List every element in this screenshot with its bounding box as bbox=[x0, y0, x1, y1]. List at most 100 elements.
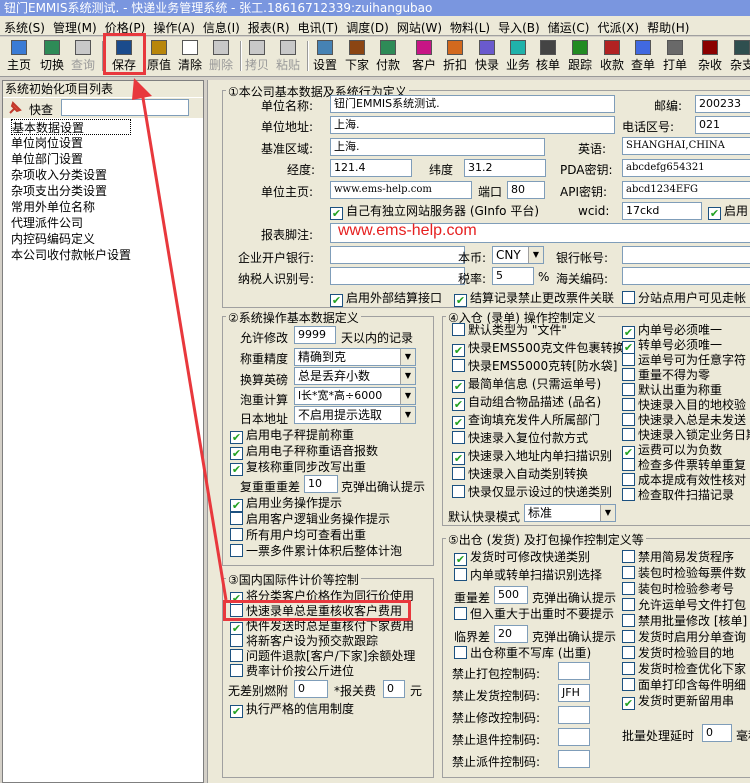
option-checkbox[interactable]: ✔ 启用业务操作提示 bbox=[230, 495, 342, 512]
settings-button[interactable]: 设置 bbox=[311, 39, 339, 73]
downstream-button[interactable]: 下家 bbox=[343, 39, 371, 73]
switch-button[interactable]: 切换 bbox=[38, 39, 66, 73]
list-item[interactable]: 本公司收付款帐户设置 bbox=[11, 247, 131, 263]
bank-field[interactable] bbox=[330, 246, 465, 264]
option-checkbox[interactable]: ✔ 运费可以为负数 bbox=[622, 442, 722, 459]
out-scale-checkbox[interactable]: 出仓称重不写库 (出重) bbox=[454, 645, 591, 661]
declare-fee-field[interactable]: 0 bbox=[383, 680, 405, 698]
menu-item[interactable]: 管理(M) bbox=[49, 16, 101, 35]
option-checkbox[interactable]: 装包时检验每票件数 bbox=[622, 565, 746, 581]
latitude-field[interactable]: 31.2 bbox=[464, 159, 546, 177]
receipt-button[interactable]: 收款 bbox=[598, 39, 626, 73]
menu-item[interactable]: 帮助(H) bbox=[643, 16, 693, 35]
tax-rate-field[interactable]: 5 bbox=[492, 267, 534, 285]
clear-button[interactable]: 清除 bbox=[176, 39, 204, 73]
menu-item[interactable]: 网站(W) bbox=[393, 16, 446, 35]
revert-button[interactable]: 原值 bbox=[145, 39, 173, 73]
binoculars-button[interactable]: 查询 bbox=[69, 39, 97, 73]
delete-button[interactable]: 删除 bbox=[207, 39, 235, 73]
ban-dispatch-field[interactable] bbox=[558, 750, 590, 768]
option-checkbox[interactable]: 费率计价按公斤进位 bbox=[230, 663, 354, 679]
menu-item[interactable]: 信息(I) bbox=[199, 16, 244, 35]
option-checkbox[interactable]: ✔ 内单号必须唯一 bbox=[622, 322, 722, 339]
option-checkbox[interactable]: 发货时启用分单查询 bbox=[622, 629, 746, 645]
api-key-field[interactable]: abcd1234EFG bbox=[622, 181, 750, 199]
option-checkbox[interactable]: ✔ 启用电子秤提前称重 bbox=[230, 427, 354, 444]
no-diff-field[interactable]: 0 bbox=[294, 680, 328, 698]
ext-settle-checkbox[interactable]: ✔ 启用外部结算接口 bbox=[330, 290, 442, 307]
ban-modify-field[interactable] bbox=[558, 706, 590, 724]
own-server-checkbox[interactable]: ✔ 自己有独立网站服务器 (GInfo 平台) bbox=[330, 203, 539, 220]
ban-pack-field[interactable] bbox=[558, 662, 590, 680]
recheck-field[interactable]: 10 bbox=[304, 475, 338, 493]
menu-item[interactable]: 系统(S) bbox=[0, 16, 49, 35]
conversion-select[interactable]: 总是丢弃小数 ▼ bbox=[294, 367, 416, 385]
menu-item[interactable]: 代派(X) bbox=[593, 16, 643, 35]
verify-button[interactable]: 核单 bbox=[534, 39, 562, 73]
enable-checkbox[interactable]: ✔ 启用 bbox=[708, 203, 748, 220]
option-checkbox[interactable]: 一票多件累计体积后整体计泡 bbox=[230, 543, 402, 559]
currency-select[interactable]: CNY ▼ bbox=[492, 246, 544, 264]
option-checkbox[interactable]: 检查多件票转单重复 bbox=[622, 457, 746, 473]
branch-visible-checkbox[interactable]: 分站点用户可见走帐 bbox=[622, 290, 746, 306]
option-checkbox[interactable]: 启用客户逻辑业务操作提示 bbox=[230, 511, 390, 527]
option-checkbox[interactable]: 快录仅显示设过的快递类别 bbox=[452, 484, 612, 500]
option-checkbox[interactable]: 允许运单号文件打包 bbox=[622, 597, 746, 613]
option-checkbox[interactable]: 默认类型为 "文件" bbox=[452, 322, 567, 338]
menu-item[interactable]: 导入(B) bbox=[494, 16, 544, 35]
option-checkbox[interactable]: 快速录入锁定业务日期 bbox=[622, 427, 750, 443]
option-checkbox[interactable]: ✔ 快录EMS500克文件包裹转换 bbox=[452, 340, 624, 357]
bank-account-field[interactable] bbox=[622, 246, 750, 264]
option-checkbox[interactable]: 内单或转单扫描识别选择 bbox=[454, 567, 602, 583]
option-checkbox[interactable]: ✔ 自动组合物品描述 (品名) bbox=[452, 394, 601, 411]
option-checkbox[interactable]: ✔ 发货时可修改快递类别 bbox=[454, 549, 590, 566]
business-button[interactable]: 业务 bbox=[504, 39, 532, 73]
critical-field[interactable]: 20 bbox=[494, 625, 528, 643]
option-checkbox[interactable]: ✔ 查询填充发件人所属部门 bbox=[452, 412, 600, 429]
menu-item[interactable]: 报表(R) bbox=[244, 16, 294, 35]
over-weight-checkbox[interactable]: 但入重大于出重时不要提示 bbox=[454, 606, 614, 622]
menu-item[interactable]: 调度(D) bbox=[342, 16, 393, 35]
option-checkbox[interactable]: 快速录入目的地校验 bbox=[622, 397, 746, 413]
english-field[interactable]: SHANGHAI,CHINA bbox=[622, 137, 750, 155]
weight-diff-field[interactable]: 500 bbox=[494, 586, 528, 604]
wcid-field[interactable]: 17ckd bbox=[622, 202, 702, 220]
longitude-field[interactable]: 121.4 bbox=[330, 159, 412, 177]
quick-search-input[interactable] bbox=[61, 99, 189, 116]
option-checkbox[interactable]: 默认出重为称重 bbox=[622, 382, 722, 398]
tracking-button[interactable]: 跟踪 bbox=[566, 39, 594, 73]
option-checkbox[interactable]: 快速录入总是未发送 bbox=[622, 412, 746, 428]
weigh-precision-select[interactable]: 精确到克 ▼ bbox=[294, 348, 416, 366]
list-item[interactable]: 常用外单位名称 bbox=[11, 199, 131, 215]
option-checkbox[interactable]: ✔ 快速录入地址内单扫描识别 bbox=[452, 448, 612, 465]
home-button[interactable]: 主页 bbox=[5, 39, 33, 73]
option-checkbox[interactable]: ✔ 复核称重同步改写出重 bbox=[230, 459, 366, 476]
option-checkbox[interactable]: 发货时检查优化下家 bbox=[622, 661, 746, 677]
option-checkbox[interactable]: 禁用简易发货程序 bbox=[622, 549, 734, 565]
option-checkbox[interactable]: 快速录入自动类别转换 bbox=[452, 466, 588, 482]
print-button[interactable]: 打单 bbox=[661, 39, 689, 73]
list-item[interactable]: 内控码编码定义 bbox=[11, 231, 131, 247]
option-checkbox[interactable]: 禁用批量修改 [核单] bbox=[622, 613, 747, 629]
address-field[interactable]: 上海. bbox=[330, 116, 615, 134]
option-checkbox[interactable]: 装包时检验参考号 bbox=[622, 581, 734, 597]
area-code-field[interactable]: 021 bbox=[695, 116, 750, 134]
option-checkbox[interactable]: 重量不得为零 bbox=[622, 367, 710, 383]
payment-button[interactable]: 付款 bbox=[374, 39, 402, 73]
port-field[interactable]: 80 bbox=[507, 181, 545, 199]
option-checkbox[interactable]: 运单号可为任意字符 bbox=[622, 352, 746, 368]
menu-item[interactable]: 操作(A) bbox=[149, 16, 199, 35]
misc-expense-button[interactable]: 杂支 bbox=[728, 39, 750, 73]
ban-ship-field[interactable]: JFH bbox=[558, 684, 590, 702]
option-checkbox[interactable]: 快录EMS5000克转[防水袋] bbox=[452, 358, 617, 374]
customer-button[interactable]: 客户 bbox=[410, 39, 438, 73]
lookup-button[interactable]: 查单 bbox=[629, 39, 657, 73]
menu-item[interactable]: 物料(L) bbox=[446, 16, 494, 35]
menu-item[interactable]: 储运(C) bbox=[544, 16, 594, 35]
option-checkbox[interactable]: 所有用户均可查看出重 bbox=[230, 527, 366, 543]
option-checkbox[interactable]: ✔ 发货时更新留用串 bbox=[622, 693, 734, 710]
option-checkbox[interactable]: ✔ 启用电子秤称重语音报数 bbox=[230, 443, 378, 460]
company-name-field[interactable]: 钮门EMMIS系统测试. bbox=[330, 95, 615, 113]
option-checkbox[interactable]: 将新客户设为预交款跟踪 bbox=[230, 633, 378, 649]
quick-entry-button[interactable]: 快录 bbox=[473, 39, 501, 73]
